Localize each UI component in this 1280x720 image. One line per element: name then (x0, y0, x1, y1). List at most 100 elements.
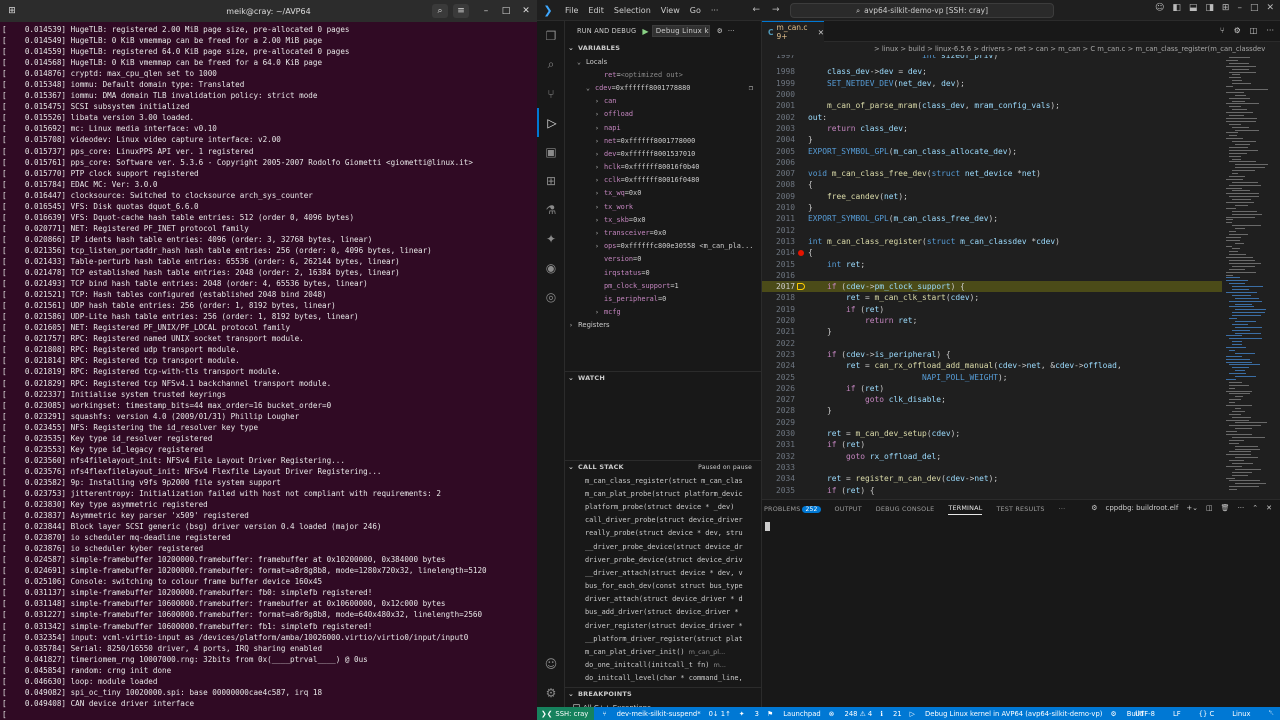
variable-row[interactable]: › napi (565, 121, 761, 134)
debug-status[interactable]: ▷ Debug Linux kernel in AVP64 (avp64-sil… (910, 710, 1103, 718)
extensions-icon[interactable]: ⊞ (537, 166, 565, 195)
tab-m-can-c[interactable]: C m_can.c 9+ ✕ (762, 21, 824, 42)
minimap[interactable] (1222, 55, 1280, 499)
code-line[interactable]: 2020 return ret; (762, 315, 1222, 326)
code-line[interactable]: 2026 if (ret) (762, 383, 1222, 394)
toggle-panel-icon[interactable]: ⬓ (1189, 3, 1198, 13)
panel-tab[interactable]: TEST RESULTS (996, 505, 1044, 513)
toggle-sidebar-icon[interactable]: ◧ (1172, 3, 1181, 13)
callstack-frame[interactable]: __driver_attach(struct device * dev, v (565, 566, 761, 579)
variable-row[interactable]: is_peripheral = 0 (565, 292, 761, 305)
code-line[interactable]: 2021 } (762, 326, 1222, 337)
code-line[interactable]: 2025 NAPI_POLL_WEIGHT); (762, 371, 1222, 382)
variable-row[interactable]: › net = 0xffffff8001778000 (565, 134, 761, 147)
variable-row[interactable]: ⌄ cdev = 0xffffff8001778880 ❐ (565, 81, 761, 94)
registers-scope[interactable]: › Registers (565, 319, 761, 332)
run-debug-icon[interactable]: ▷ (537, 108, 565, 137)
search-icon[interactable]: ⌕ (537, 50, 565, 79)
code-line[interactable]: 2024 ret = can_rx_offload_add_manual(cde… (762, 360, 1222, 371)
callstack-frame[interactable]: bus_for_each_dev(const struct bus_type (565, 580, 761, 593)
remote-indicator[interactable]: ❯❮ SSH: cray (537, 707, 595, 720)
callstack-frame[interactable]: driver_probe_device(struct device_driv (565, 553, 761, 566)
command-center-search[interactable]: ⌕ avp64-silkit-demo-vp [SSH: cray] (790, 3, 1054, 18)
menu-item[interactable]: Go (690, 6, 701, 15)
code-line[interactable]: 2014 { (762, 247, 1222, 258)
breadcrumb[interactable]: > linux > build > linux-6.5.6 > drivers … (762, 42, 1280, 55)
variable-row[interactable]: version = 0 (565, 253, 761, 266)
variable-row[interactable]: › dev = 0xffffff8001537010 (565, 147, 761, 160)
code-line[interactable]: 2001 m_can_of_parse_mram(class_dev, mram… (762, 100, 1222, 111)
menu-item[interactable]: Selection (614, 6, 651, 15)
ports-status[interactable]: ✦ 3 (739, 710, 759, 718)
panel-tab[interactable]: TERMINAL (948, 504, 983, 515)
new-tab-icon[interactable]: ⊞ (4, 4, 20, 18)
code-line[interactable]: 2032 goto rx_offload_del; (762, 451, 1222, 462)
code-line[interactable]: 2016 (762, 270, 1222, 281)
callstack-frame[interactable]: really_probe(struct device * dev, stru (565, 527, 761, 540)
callstack-frame[interactable]: __platform_driver_register(struct plat (565, 632, 761, 645)
variable-row[interactable]: › can (565, 95, 761, 108)
callstack-frame[interactable]: platform_probe(struct device * _dev) (565, 500, 761, 513)
callstack-frame[interactable]: do_initcall_level(char * command_line, (565, 672, 761, 685)
copilot-chat-icon[interactable]: ✦ (537, 224, 565, 253)
callstack-section-header[interactable]: ⌄ CALL STACK Paused on pause (565, 460, 761, 474)
variable-row[interactable]: › tx_wq = 0x0 (565, 187, 761, 200)
code-editor[interactable]: 1997 int sizeof_priv) 1998 class_dev->dev… (762, 55, 1222, 499)
gear-icon[interactable]: ⚙ (717, 27, 723, 35)
panel-tab[interactable]: PROBLEMS 252 (764, 505, 821, 513)
manage-gear-icon[interactable]: ⚙ (537, 678, 565, 707)
eol-status[interactable]: LF (1173, 710, 1181, 718)
code-line[interactable]: 2027 goto clk_disable; (762, 394, 1222, 405)
account-icon[interactable]: ☺ (537, 649, 565, 678)
more-actions-icon[interactable]: ··· (728, 27, 735, 35)
toggle-secondary-sidebar-icon[interactable]: ◨ (1205, 3, 1214, 13)
current-line-gutter[interactable] (795, 283, 807, 291)
maximize-panel-icon[interactable]: ⌃ (1252, 504, 1258, 512)
platform-status[interactable]: Linux (1232, 710, 1250, 718)
variable-row[interactable]: › offload (565, 108, 761, 121)
variable-row[interactable]: ret = <optimized out> (565, 68, 761, 81)
callstack-frame[interactable]: m_can_plat_driver_init() m_can_pl... (565, 645, 761, 658)
sync-status[interactable]: 0↓ 1↑ (709, 710, 731, 718)
remote-explorer-icon[interactable]: ▣ (537, 137, 565, 166)
encoding-status[interactable]: UTF-8 (1135, 710, 1155, 718)
variable-row[interactable]: irqstatus = 0 (565, 266, 761, 279)
variables-section-header[interactable]: ⌄ VARIABLES (565, 41, 761, 55)
code-line[interactable]: 2012 (762, 225, 1222, 236)
new-terminal-icon[interactable]: +⌄ (1186, 504, 1198, 512)
code-line[interactable]: 2034 ret = register_m_can_dev(cdev->net)… (762, 473, 1222, 484)
code-line[interactable]: 2004} (762, 134, 1222, 145)
code-line[interactable]: 1998 class_dev->dev = dev; (762, 66, 1222, 77)
callstack-frame[interactable]: m_can_class_register(struct m_can_clas (565, 474, 761, 487)
code-line[interactable]: 2018 ret = m_can_clk_start(cdev); (762, 292, 1222, 303)
variable-row[interactable]: › tx_skb = 0x0 (565, 213, 761, 226)
code-line[interactable]: 2007 void m_can_class_free_dev(struct net… (762, 168, 1222, 179)
variable-row[interactable]: › hclk = 0xffffff80016f0b40 (565, 161, 761, 174)
locals-scope[interactable]: ⌄ Locals (565, 55, 761, 68)
forward-arrow-icon[interactable]: → (772, 5, 780, 15)
close-icon[interactable]: ✕ (818, 28, 824, 37)
code-line[interactable]: 2031 if (ret) (762, 439, 1222, 450)
more-actions-icon[interactable]: ··· (1266, 26, 1274, 35)
code-line[interactable]: 2006 (762, 157, 1222, 168)
notifications-icon[interactable]: ␇ (1269, 709, 1274, 718)
code-line[interactable]: 2022 (762, 338, 1222, 349)
code-line[interactable]: 2009 free_candev(net); (762, 191, 1222, 202)
code-line[interactable]: 2035 if (ret) { (762, 484, 1222, 495)
debug-restart-icon[interactable]: ⚙ (1234, 26, 1241, 35)
branch-status[interactable]: ⑂ dev-meik-silkit-suspend* (602, 710, 700, 718)
code-line[interactable]: 2013 int m_can_class_register(struct m_ca… (762, 236, 1222, 247)
code-line[interactable]: 2005 EXPORT_SYMBOL_GPL(m_can_class_alloca… (762, 145, 1222, 156)
copy-value-icon[interactable]: ❐ (749, 84, 753, 92)
minimize-icon[interactable]: – (478, 4, 494, 18)
info-status[interactable]: ℹ 21 (880, 710, 901, 718)
callstack-frame[interactable]: do_one_initcall(initcall_t fn) m... (565, 659, 761, 672)
more-actions-icon[interactable]: ··· (1238, 504, 1245, 512)
code-line[interactable]: 2029 (762, 417, 1222, 428)
variable-row[interactable]: › transceiver = 0x0 (565, 226, 761, 239)
code-line[interactable]: 2033 (762, 462, 1222, 473)
code-line[interactable]: 2000 (762, 89, 1222, 100)
code-line[interactable]: 2010} (762, 202, 1222, 213)
code-line[interactable]: 2019 if (ret) (762, 304, 1222, 315)
callstack-frame[interactable]: driver_attach(struct device_driver * d (565, 593, 761, 606)
